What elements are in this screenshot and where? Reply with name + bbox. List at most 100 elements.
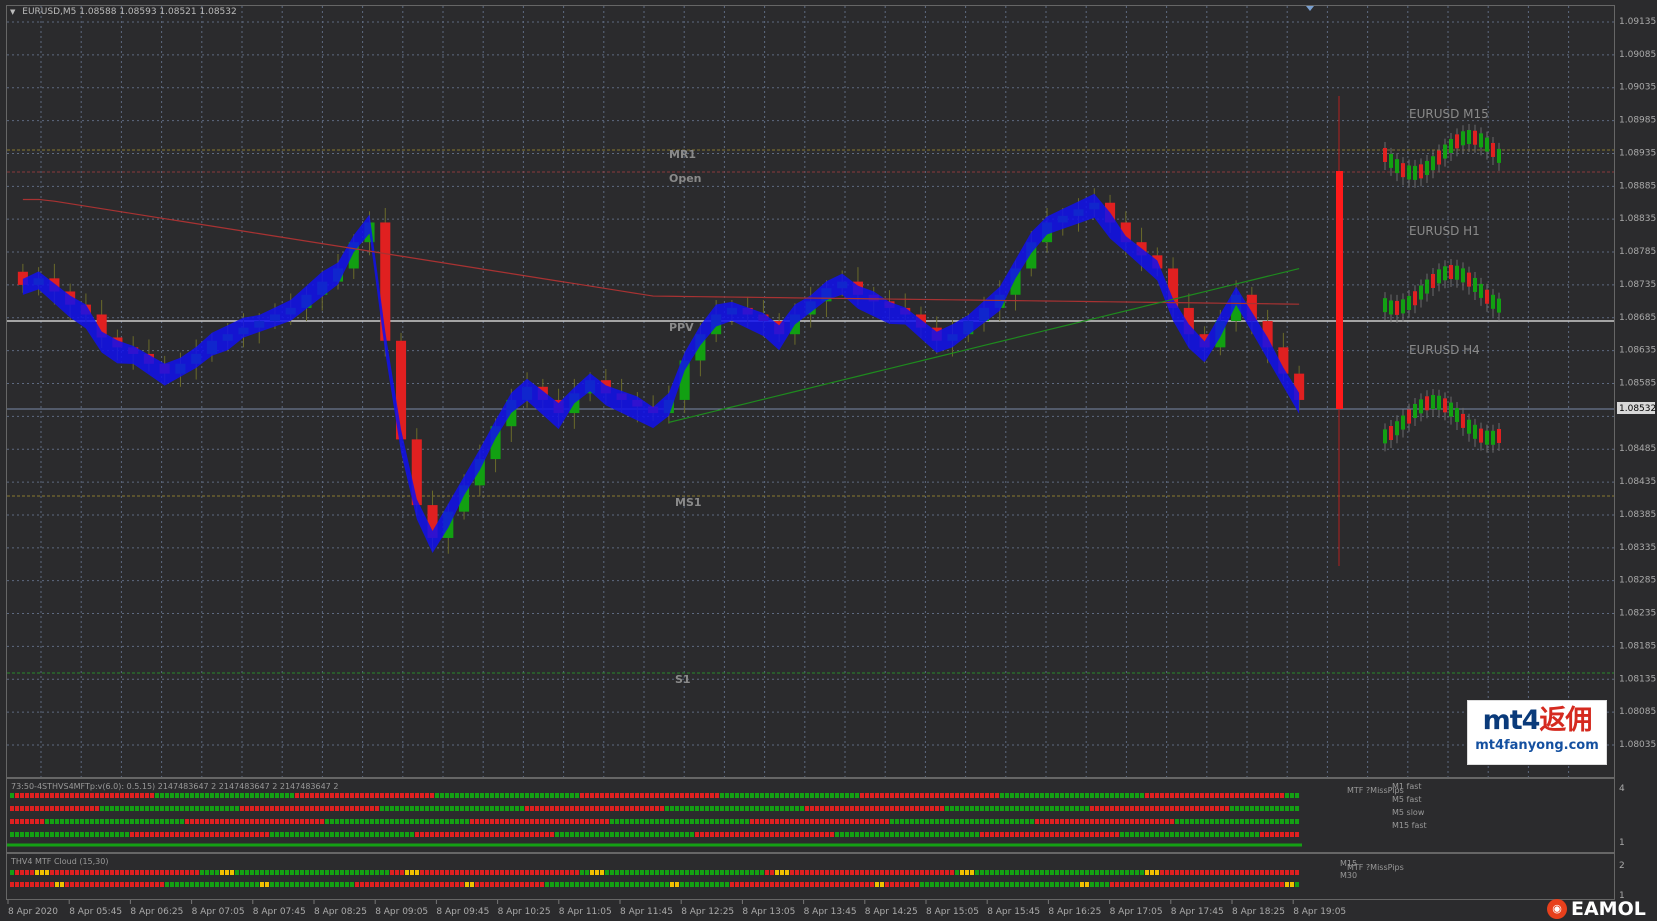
ind1-cell <box>930 793 934 798</box>
ind2-cell <box>915 870 919 875</box>
ind2-cell <box>480 870 484 875</box>
ind1-cell <box>635 832 639 837</box>
ind1-cell <box>215 832 219 837</box>
ind1-cell <box>1060 806 1064 811</box>
ind2-cell <box>130 870 134 875</box>
ind1-cell <box>780 832 784 837</box>
ind2-cell <box>1275 882 1279 887</box>
price-tick-label: 1.08835 <box>1619 214 1656 224</box>
ind1-cell <box>705 832 709 837</box>
ind2-cell <box>860 870 864 875</box>
ind2-cell <box>1230 870 1234 875</box>
ind2-cell <box>745 870 749 875</box>
price-tick-label: 1.08635 <box>1619 346 1656 356</box>
ind2-cell <box>435 870 439 875</box>
ind1-cell <box>520 806 524 811</box>
ind2-cell <box>665 882 669 887</box>
ind1-cell <box>440 832 444 837</box>
mtf-bull-candle <box>1389 153 1393 168</box>
price-chart-svg[interactable]: MR1OpenPPVMS1S1EURUSD M15EURUSD H1EURUSD… <box>7 6 1614 777</box>
ind2-cell <box>735 870 739 875</box>
ind1-cell <box>430 819 434 824</box>
ind1-cell <box>1110 832 1114 837</box>
ind1-cell <box>520 819 524 824</box>
ind2-cell <box>560 882 564 887</box>
ind1-cell <box>710 806 714 811</box>
ind1-cell <box>400 793 404 798</box>
ind1-cell <box>190 832 194 837</box>
ind1-cell <box>1160 793 1164 798</box>
ind2-cell <box>870 882 874 887</box>
ind1-cell <box>430 806 434 811</box>
ind1-cell <box>415 819 419 824</box>
price-tick-label: 1.08235 <box>1619 609 1656 619</box>
indicator-pane-1[interactable]: 73:50-4STHVS4MFTp:v(6.0): 0.5.15) 214748… <box>6 778 1615 853</box>
ind1-cell <box>50 832 54 837</box>
ind1-cell <box>1255 832 1259 837</box>
ind1-cell <box>1285 819 1289 824</box>
time-axis[interactable]: 8 Apr 2020 8 Apr 05:45 8 Apr 06:25 8 Apr 07… <box>0 900 1615 920</box>
ind1-cell <box>275 819 279 824</box>
ind2-cell <box>460 870 464 875</box>
ind1-cell <box>245 806 249 811</box>
ind2-cell <box>320 882 324 887</box>
ind2-cell <box>300 882 304 887</box>
ind1-scale-top: 4 <box>1619 784 1625 794</box>
ind2-cell <box>30 870 34 875</box>
ind1-cell <box>330 832 334 837</box>
ind1-cell <box>890 819 894 824</box>
ind1-cell <box>105 819 109 824</box>
ind1-cell <box>635 819 639 824</box>
ind2-cell <box>360 882 364 887</box>
ind1-cell <box>165 806 169 811</box>
ind1-cell <box>565 793 569 798</box>
ind1-cell <box>565 832 569 837</box>
ind2-cell <box>1095 870 1099 875</box>
ind1-cell <box>1065 793 1069 798</box>
ind2-cell <box>575 870 579 875</box>
main-price-pane[interactable]: MR1 Open PPV MS1 S1 EURUSD M15 EURUSD H1 EURUSD… <box>6 5 1615 778</box>
ind1-cell <box>65 832 69 837</box>
price-axis[interactable]: 1.09135 1.09085 1.09035 1.08985 1.08935 1.088… <box>1615 5 1657 900</box>
ind1-row-label: M15 fast <box>1392 821 1427 830</box>
ind2-cell <box>1065 870 1069 875</box>
ind2-cell <box>480 882 484 887</box>
ind1-cell <box>815 806 819 811</box>
ind1-cell <box>1240 806 1244 811</box>
ind1-cell <box>260 793 264 798</box>
ind1-cell <box>745 806 749 811</box>
ind1-cell <box>295 793 299 798</box>
ind1-cell <box>200 819 204 824</box>
ind1-cell <box>345 793 349 798</box>
ind1-cell <box>260 832 264 837</box>
ind1-cell <box>880 793 884 798</box>
collapse-arrow-icon[interactable]: ▼ <box>10 8 15 16</box>
ind1-cell <box>755 819 759 824</box>
ind2-cell <box>350 870 354 875</box>
ind1-cell <box>80 819 84 824</box>
indicator-pane-2[interactable]: THV4 MTF Cloud (15,30) MTF ?MissPips M15 M3… <box>6 853 1615 900</box>
ind1-cell <box>1295 832 1299 837</box>
ind1-cell <box>270 793 274 798</box>
ind1-cell <box>705 793 709 798</box>
ind2-cell <box>195 882 199 887</box>
ind2-cell <box>1020 882 1024 887</box>
ind1-cell <box>800 832 804 837</box>
mtf-bull-candle <box>1395 421 1399 436</box>
ind2-cell <box>1265 870 1269 875</box>
ind2-header: THV4 MTF Cloud (15,30) <box>10 857 108 866</box>
ind1-cell <box>1260 806 1264 811</box>
ind1-cell <box>415 793 419 798</box>
ind2-cell <box>230 882 234 887</box>
mtf-title-h1: EURUSD H1 <box>1409 224 1480 238</box>
ind2-cell <box>415 870 419 875</box>
ind1-cell <box>435 832 439 837</box>
ind2-cell <box>765 870 769 875</box>
ind2-cell <box>515 870 519 875</box>
ind1-cell <box>420 793 424 798</box>
ind1-cell <box>85 806 89 811</box>
ind1-cell <box>1265 793 1269 798</box>
ind1-cell <box>880 806 884 811</box>
price-tick-label: 1.08935 <box>1619 148 1656 158</box>
ind2-cell <box>30 882 34 887</box>
